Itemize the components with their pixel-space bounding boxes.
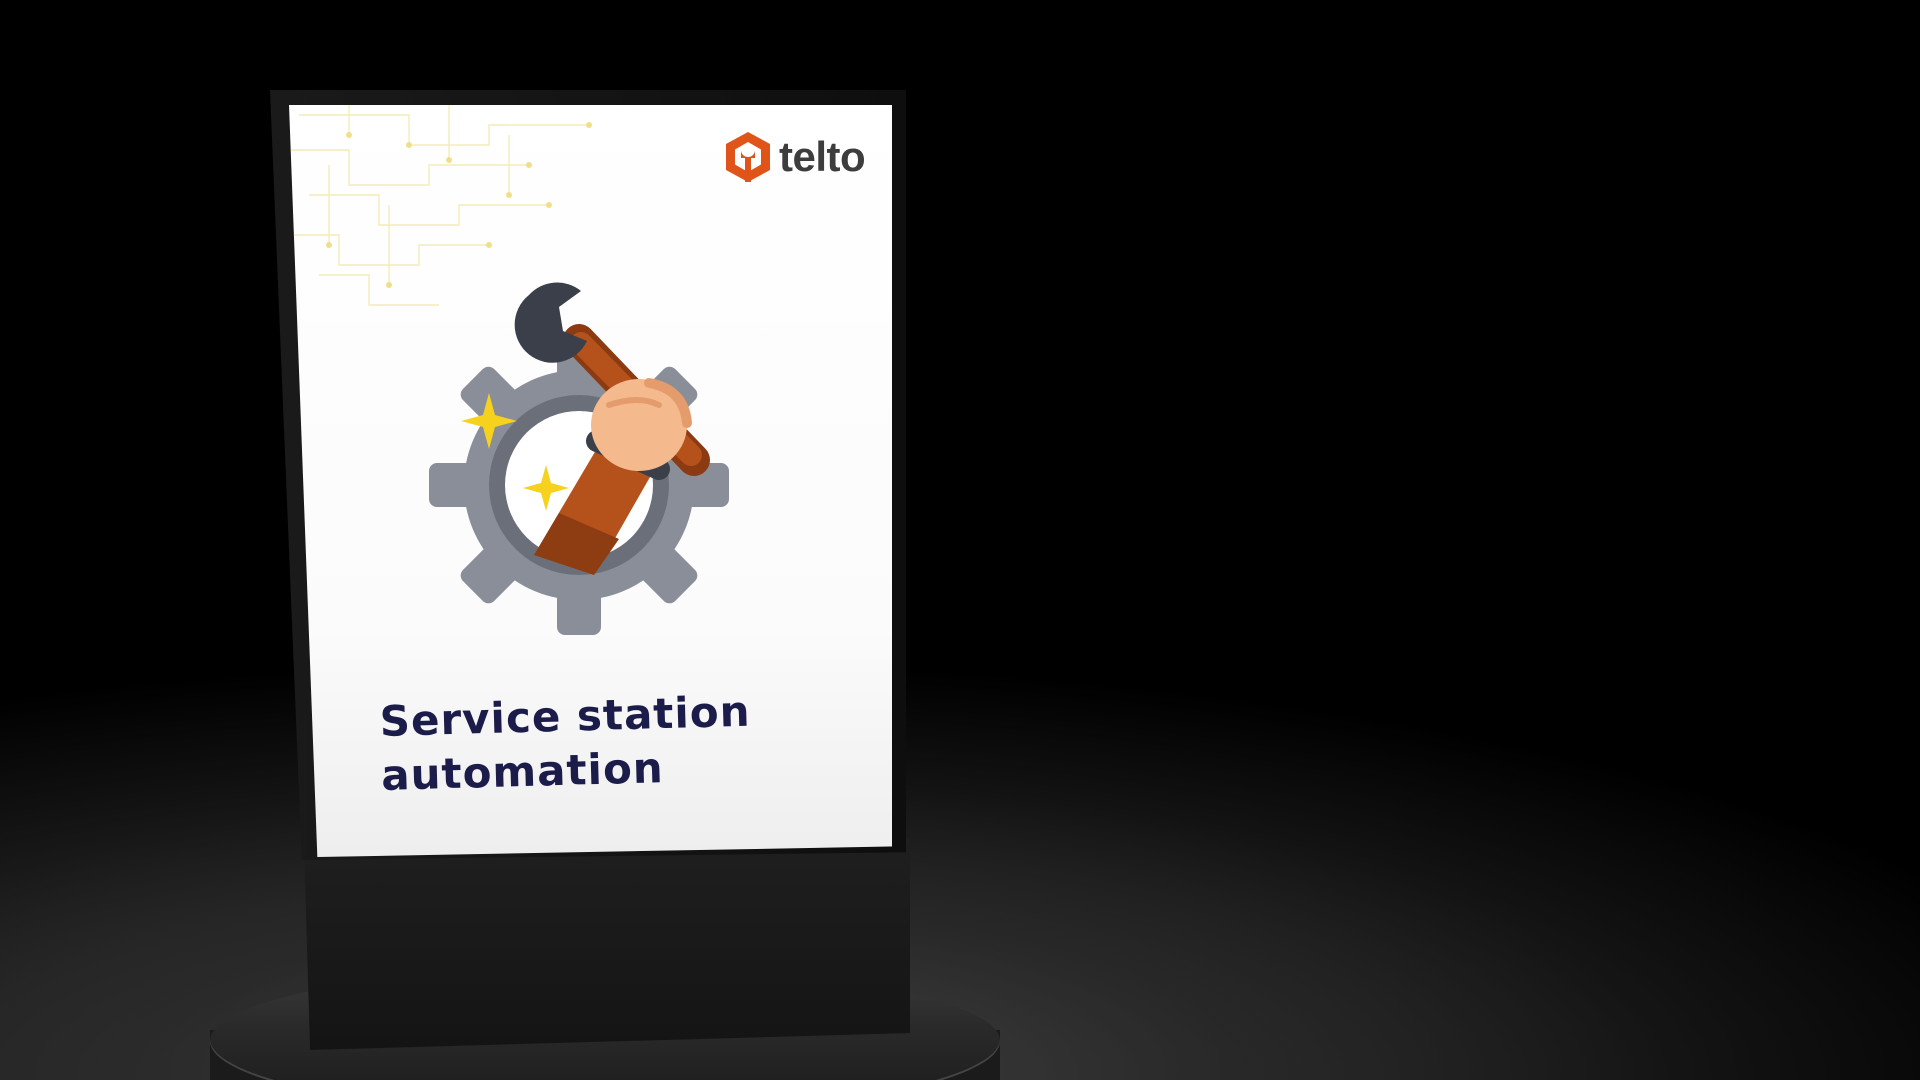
kiosk-screen: telto Service station automation <box>289 105 892 857</box>
telto-logo-mark-icon <box>726 132 770 182</box>
kiosk-base <box>304 838 910 1050</box>
telto-logo: telto <box>723 130 866 184</box>
brand-name: telto <box>779 133 866 180</box>
title-line-2: automation <box>380 743 665 800</box>
scene: telto Service station automation <box>0 0 1920 1080</box>
hand-wrench-gear-icon <box>429 282 729 635</box>
page-title: Service station automation <box>379 685 753 803</box>
title-line-1: Service station <box>379 686 752 746</box>
